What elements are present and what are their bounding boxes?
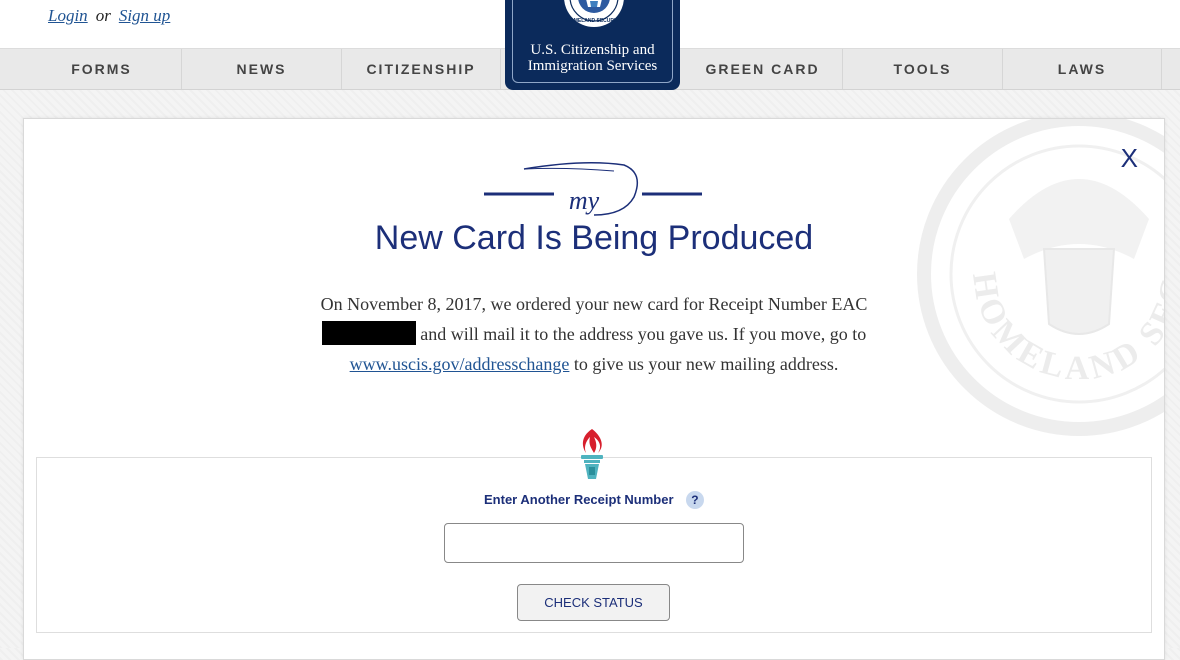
check-status-button[interactable]: CHECK STATUS [517,584,670,621]
nav-item-news[interactable]: NEWS [182,49,342,89]
my-brand-text: my [569,186,600,215]
auth-links: Login or Sign up [48,6,170,26]
logo-line-2: Immigration Services [527,58,658,74]
nav-item-laws[interactable]: LAWS [1003,49,1162,89]
message-part-2: and will mail it to the address you gave… [415,324,867,344]
page-title: New Card Is Being Produced [374,219,814,257]
nav-item-citizenship[interactable]: CITIZENSHIP [342,49,501,89]
torch-icon [581,429,603,479]
logo-line-1: U.S. Citizenship and [530,42,655,58]
receipt-number-label: Enter Another Receipt Number [484,492,674,508]
seal-caption: HOMELAND SECURITY [566,18,622,24]
receipt-label-row: Enter Another Receipt Number ? [24,491,1164,509]
uscis-logo[interactable]: HOMELAND SECURITY U.S. Citizenship and I… [505,0,680,90]
status-message: On November 8, 2017, we ordered your new… [274,289,914,379]
redaction-block [321,321,416,345]
status-modal: HOMELAND SECU X my New Card Is Being Pro… [23,118,1165,660]
receipt-number-input[interactable] [444,523,744,563]
login-link[interactable]: Login [48,6,88,25]
my-uscis-logo-icon: my [484,162,702,216]
nav-item-tools[interactable]: TOOLS [843,49,1003,89]
close-button[interactable]: X [1121,143,1138,174]
logo-text: U.S. Citizenship and Immigration Service… [508,42,677,74]
or-text: or [95,6,111,25]
message-part-1: On November 8, 2017, we ordered your new… [320,294,868,314]
message-part-3: to give us your new mailing address. [569,354,839,374]
nav-item-green-card[interactable]: GREEN CARD [683,49,843,89]
signup-link[interactable]: Sign up [119,6,170,25]
help-icon[interactable]: ? [685,491,704,509]
dhs-seal-icon: HOMELAND SECURITY [564,0,624,27]
address-change-link[interactable]: www.uscis.gov/addresschange [350,354,570,374]
nav-item-forms[interactable]: FORMS [22,49,182,89]
